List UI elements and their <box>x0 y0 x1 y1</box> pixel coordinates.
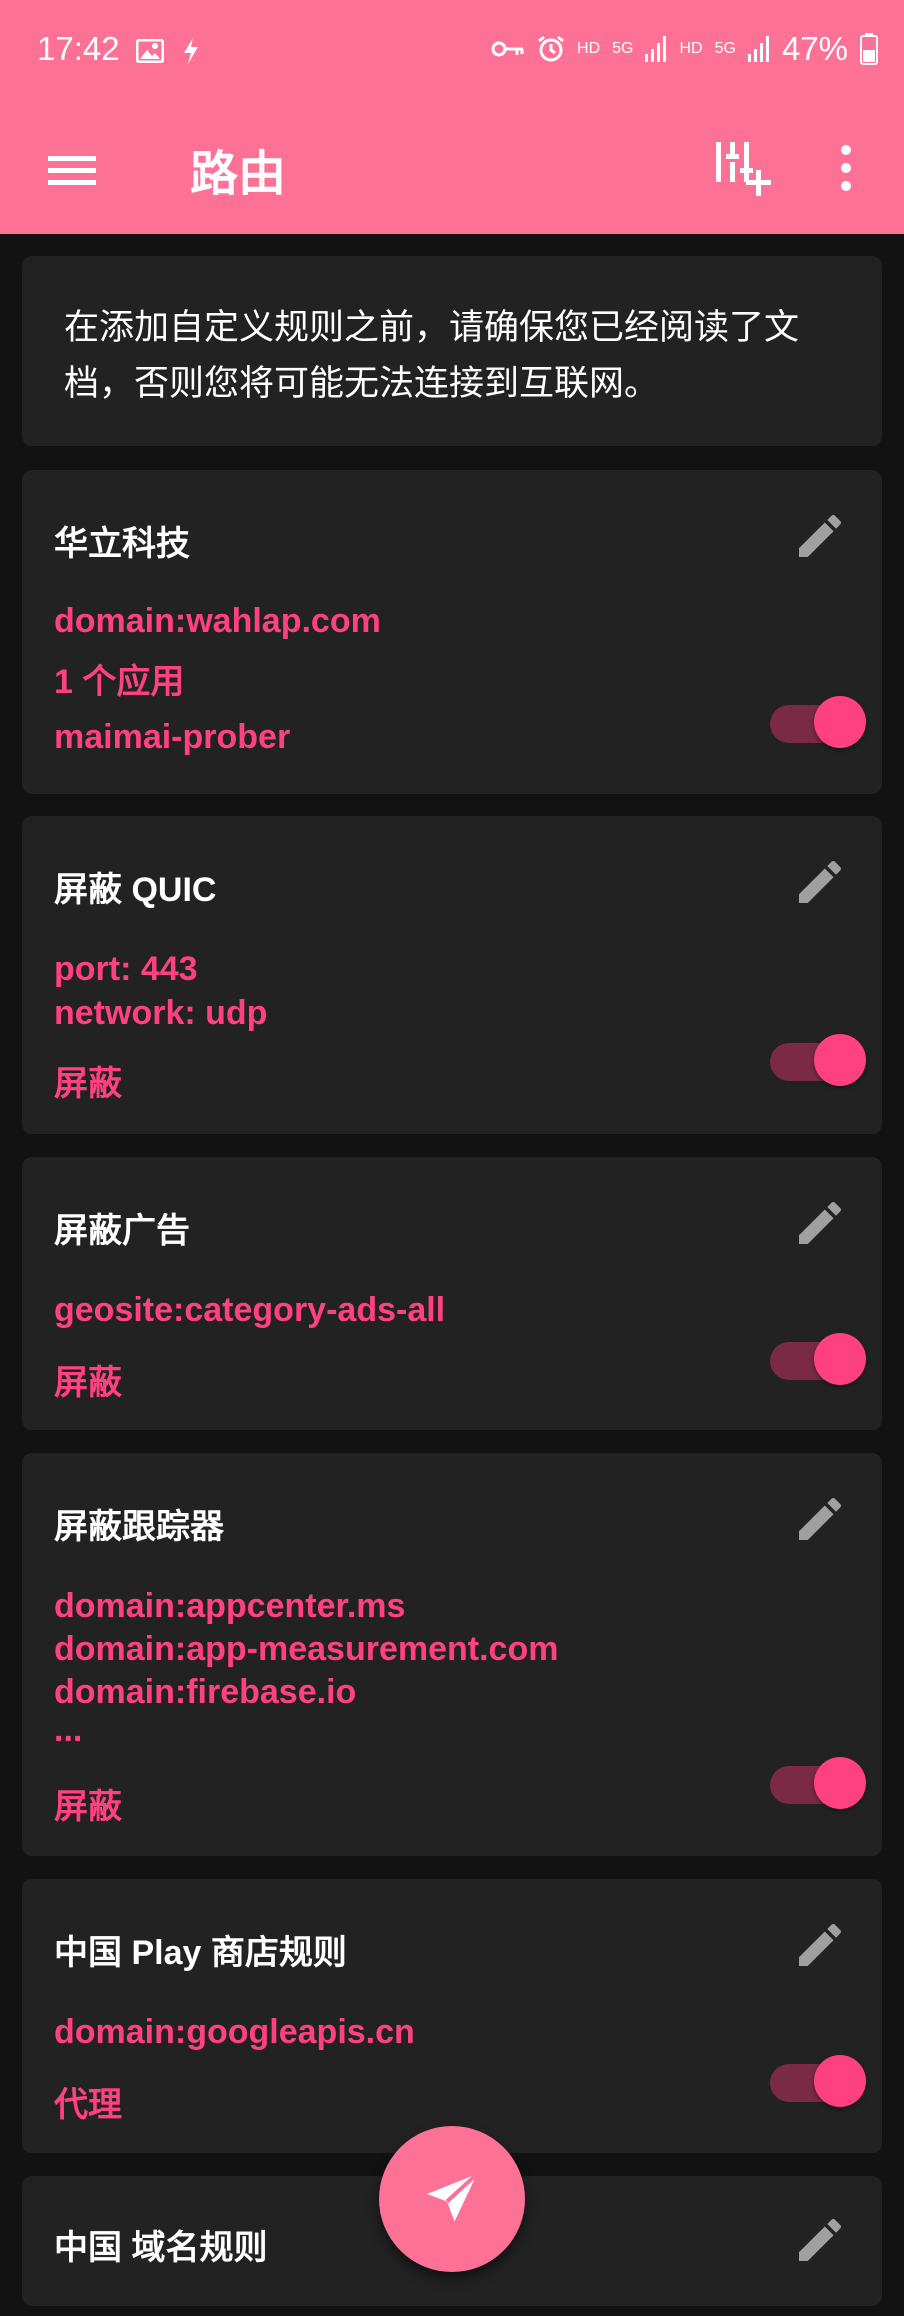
pencil-icon <box>799 514 842 557</box>
notice-text: 在添加自定义规则之前，请确保您已经阅读了文档，否则您将可能无法连接到互联网。 <box>64 308 800 403</box>
more-vert-icon <box>841 145 851 191</box>
rule-title: 屏蔽 QUIC <box>54 871 217 909</box>
rule-enable-toggle[interactable] <box>770 1757 866 1809</box>
add-rule-icon <box>716 142 771 196</box>
pencil-icon <box>799 1497 842 1540</box>
rule-title: 屏蔽跟踪器 <box>54 1508 224 1546</box>
connect-fab[interactable] <box>379 2126 525 2272</box>
pencil-icon <box>799 1201 842 1244</box>
rule-title: 华立科技 <box>54 525 190 563</box>
edit-rule-button[interactable] <box>792 508 848 564</box>
status-bar: 17:42 HD 5G HD 5G 47% <box>0 0 904 108</box>
rule-condition: network: udp <box>54 994 268 1032</box>
app-bar: 路由 <box>0 108 904 234</box>
pencil-icon <box>799 2218 842 2261</box>
rule-outbound: 屏蔽 <box>54 1788 122 1826</box>
rule-title: 中国 域名规则 <box>54 2229 268 2267</box>
rule-outbound: 屏蔽 <box>54 1364 122 1402</box>
network-label-2: 5G <box>714 40 736 57</box>
alarm-icon <box>538 35 564 62</box>
rule-card-china-play[interactable]: 中国 Play 商店规则 domain:googleapis.cn 代理 <box>22 1879 882 2153</box>
rule-condition: 1 个应用 <box>54 663 185 701</box>
battery-percent: 47% <box>781 30 848 67</box>
edit-rule-button[interactable] <box>792 1195 848 1251</box>
page-title: 路由 <box>190 148 287 201</box>
rule-card-block-trackers[interactable]: 屏蔽跟踪器 domain:appcenter.ms domain:app-mea… <box>22 1453 882 1856</box>
key-icon <box>491 41 524 57</box>
rule-outbound: 屏蔽 <box>54 1065 122 1103</box>
signal-icon <box>645 36 667 62</box>
hd-label: HD <box>577 40 601 57</box>
rule-condition: domain:appcenter.ms <box>54 1587 406 1625</box>
status-time: 17:42 <box>37 30 120 67</box>
rule-condition: geosite:category-ads-all <box>54 1291 446 1329</box>
add-rule-button[interactable] <box>706 134 774 202</box>
rule-card-huali[interactable]: 华立科技 domain:wahlap.com 1 个应用 maimai-prob… <box>22 470 882 794</box>
pencil-icon <box>799 1923 842 1966</box>
hamburger-menu-icon <box>48 156 96 185</box>
rule-enable-toggle[interactable] <box>770 1034 866 1086</box>
hd-label-2: HD <box>679 40 703 57</box>
rule-enable-toggle[interactable] <box>770 1333 866 1385</box>
menu-button[interactable] <box>42 140 102 200</box>
edit-rule-button[interactable] <box>792 1491 848 1547</box>
edit-rule-button[interactable] <box>792 854 848 910</box>
rule-condition: domain:firebase.io <box>54 1673 357 1711</box>
rule-condition: domain:googleapis.cn <box>54 2013 415 2051</box>
rule-condition: domain:app-measurement.com <box>54 1630 559 1668</box>
edit-rule-button[interactable] <box>792 1917 848 1973</box>
more-options-button[interactable] <box>826 136 866 204</box>
rule-enable-toggle[interactable] <box>770 696 866 748</box>
signal-icon-2 <box>747 36 769 62</box>
flash-icon <box>184 38 198 64</box>
rule-card-block-quic[interactable]: 屏蔽 QUIC port: 443 network: udp 屏蔽 <box>22 816 882 1134</box>
rule-outbound: 代理 <box>54 2086 122 2124</box>
network-label: 5G <box>612 40 634 57</box>
top-app-bar: 17:42 HD 5G HD 5G 47% 路由 <box>0 0 904 234</box>
rule-condition: port: 443 <box>54 950 198 988</box>
rule-condition: domain:wahlap.com <box>54 602 381 640</box>
rule-card-block-ads[interactable]: 屏蔽广告 geosite:category-ads-all 屏蔽 <box>22 1157 882 1430</box>
rule-enable-toggle[interactable] <box>770 2055 866 2107</box>
rule-condition-more: ... <box>54 1711 83 1749</box>
edit-rule-button[interactable] <box>792 2212 848 2268</box>
pencil-icon <box>799 860 842 903</box>
battery-icon <box>860 33 878 65</box>
rule-title: 屏蔽广告 <box>54 1212 190 1250</box>
paper-plane-icon <box>427 2172 479 2222</box>
rule-outbound: maimai-prober <box>54 718 291 756</box>
notice-card: 在添加自定义规则之前，请确保您已经阅读了文档，否则您将可能无法连接到互联网。 <box>22 256 882 446</box>
rule-title: 中国 Play 商店规则 <box>54 1934 347 1972</box>
image-icon <box>136 39 164 63</box>
